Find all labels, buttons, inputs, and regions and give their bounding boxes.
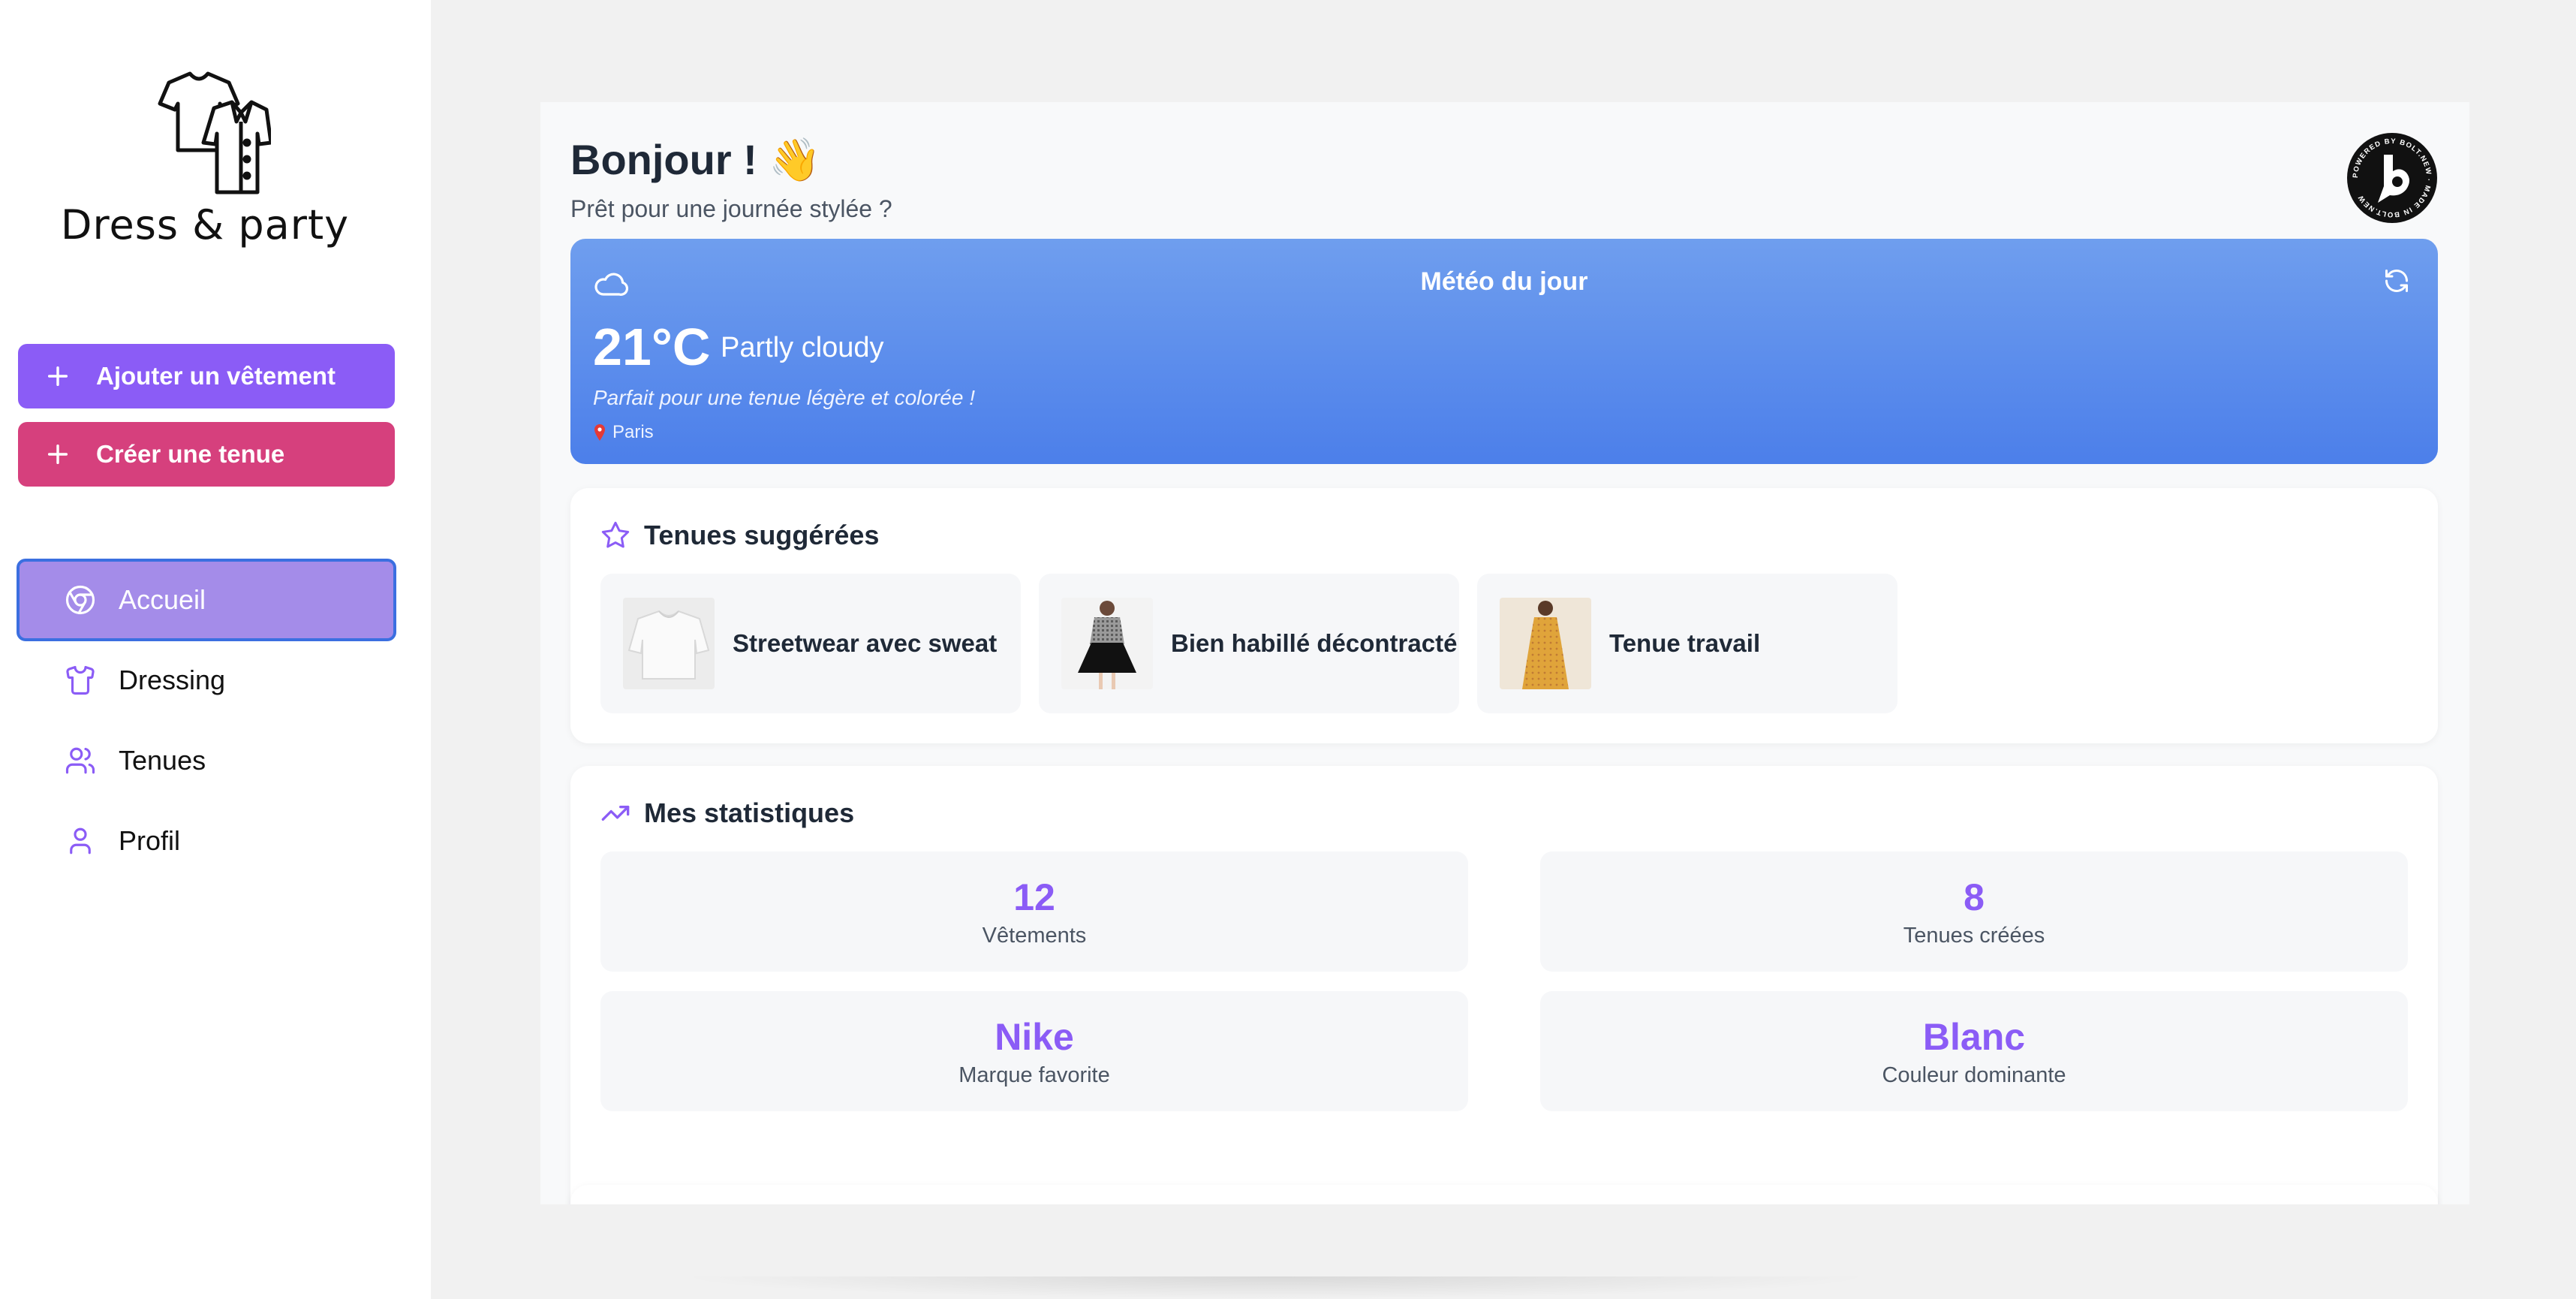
card-title-label: Tenues suggérées bbox=[644, 520, 880, 550]
users-icon bbox=[65, 747, 95, 774]
stat-dominant-color: Blanc Couleur dominante bbox=[1540, 991, 2408, 1111]
outfit-name: Tenue travail bbox=[1609, 629, 1761, 657]
sidebar-item-dressing[interactable]: Dressing bbox=[17, 639, 396, 722]
sidebar-item-label: Profil bbox=[119, 825, 181, 856]
sidebar-item-label: Tenues bbox=[119, 745, 206, 776]
outfit-suggestion[interactable]: Streetwear avec sweat bbox=[600, 574, 1021, 713]
refresh-icon[interactable] bbox=[2383, 267, 2410, 294]
sidebar-item-tenues[interactable]: Tenues bbox=[17, 719, 396, 802]
shirt-icon bbox=[66, 665, 95, 695]
page-title: Bonjour ! 👋 bbox=[570, 136, 822, 183]
outfit-name: Streetwear avec sweat bbox=[733, 629, 998, 657]
weather-temperature: 21°C bbox=[593, 318, 711, 376]
stat-value: 12 bbox=[1013, 876, 1055, 918]
chrome-icon bbox=[65, 585, 95, 615]
stat-value: Blanc bbox=[1922, 1015, 2026, 1058]
outfit-name: Bien habillé décontracté bbox=[1171, 629, 1458, 657]
stat-outfits-count: 8 Tenues créées bbox=[1540, 851, 2408, 972]
weather-location: Paris bbox=[593, 422, 654, 443]
weather-tip: Parfait pour une tenue légère et colorée… bbox=[593, 386, 976, 409]
create-outfit-button[interactable]: Créer une tenue bbox=[18, 422, 395, 487]
suggested-outfits-title: Tenues suggérées bbox=[600, 520, 879, 551]
weather-location-label: Paris bbox=[612, 422, 654, 442]
statistics-title: Mes statistiques bbox=[600, 797, 854, 829]
app-name: Dress & party bbox=[60, 201, 350, 249]
stat-label: Vêtements bbox=[982, 923, 1087, 948]
create-outfit-label: Créer une tenue bbox=[96, 440, 285, 468]
user-icon bbox=[70, 827, 91, 854]
plus-icon bbox=[47, 366, 68, 387]
suggested-outfits-card: Tenues suggérées Streetwear avec sweat B… bbox=[570, 488, 2438, 743]
outfit-thumbnail bbox=[1500, 598, 1591, 689]
bolt-badge-icon[interactable]: POWERED BY BOLT.NEW · MADE IN BOLT.NEW bbox=[2346, 132, 2438, 224]
sidebar: Dress & party Ajouter un vêtement Créer … bbox=[0, 0, 431, 1299]
weather-card: Météo du jour 21°C Partly cloudy Parfait… bbox=[570, 239, 2438, 464]
stat-value: Nike bbox=[995, 1015, 1074, 1058]
app-logo[interactable]: Dress & party bbox=[0, 68, 410, 249]
card-title-label: Mes statistiques bbox=[644, 797, 855, 828]
outfit-suggestion[interactable]: Tenue travail bbox=[1477, 574, 1897, 713]
sidebar-item-label: Dressing bbox=[119, 665, 226, 695]
outfit-suggestion[interactable]: Bien habillé décontracté bbox=[1039, 574, 1459, 713]
statistics-card: Mes statistiques 12 Vêtements 8 Tenues c… bbox=[570, 766, 2438, 1204]
stat-clothes-count: 12 Vêtements bbox=[600, 851, 1468, 972]
outfit-thumbnail bbox=[1061, 598, 1153, 689]
sidebar-item-label: Accueil bbox=[119, 584, 206, 615]
stat-value: 8 bbox=[1964, 876, 1985, 918]
next-card bbox=[570, 1185, 2438, 1204]
page-subtitle: Prêt pour une journée stylée ? bbox=[570, 195, 892, 222]
stat-label: Marque favorite bbox=[958, 1062, 1110, 1087]
add-clothing-button[interactable]: Ajouter un vêtement bbox=[18, 344, 395, 408]
weather-title: Météo du jour bbox=[1420, 267, 1588, 296]
trending-up-icon bbox=[601, 806, 630, 821]
weather-condition: Partly cloudy bbox=[721, 332, 884, 363]
clothes-logo-icon bbox=[158, 71, 271, 194]
stat-favorite-brand: Nike Marque favorite bbox=[600, 991, 1468, 1111]
outfit-thumbnail bbox=[623, 598, 715, 689]
main-content: Bonjour ! 👋 Prêt pour une journée stylée… bbox=[540, 102, 2469, 1204]
stat-label: Couleur dominante bbox=[1882, 1062, 2066, 1087]
sidebar-item-accueil[interactable]: Accueil bbox=[17, 559, 396, 641]
sidebar-nav: Accueil Dressing Tenues Profil bbox=[17, 559, 396, 880]
plus-icon bbox=[47, 444, 68, 465]
stat-label: Tenues créées bbox=[1903, 923, 2045, 948]
star-icon bbox=[601, 521, 630, 548]
sidebar-item-profil[interactable]: Profil bbox=[17, 800, 396, 882]
drop-shadow bbox=[676, 1276, 1876, 1299]
location-pin-icon bbox=[594, 424, 605, 441]
add-clothing-label: Ajouter un vêtement bbox=[96, 362, 336, 390]
